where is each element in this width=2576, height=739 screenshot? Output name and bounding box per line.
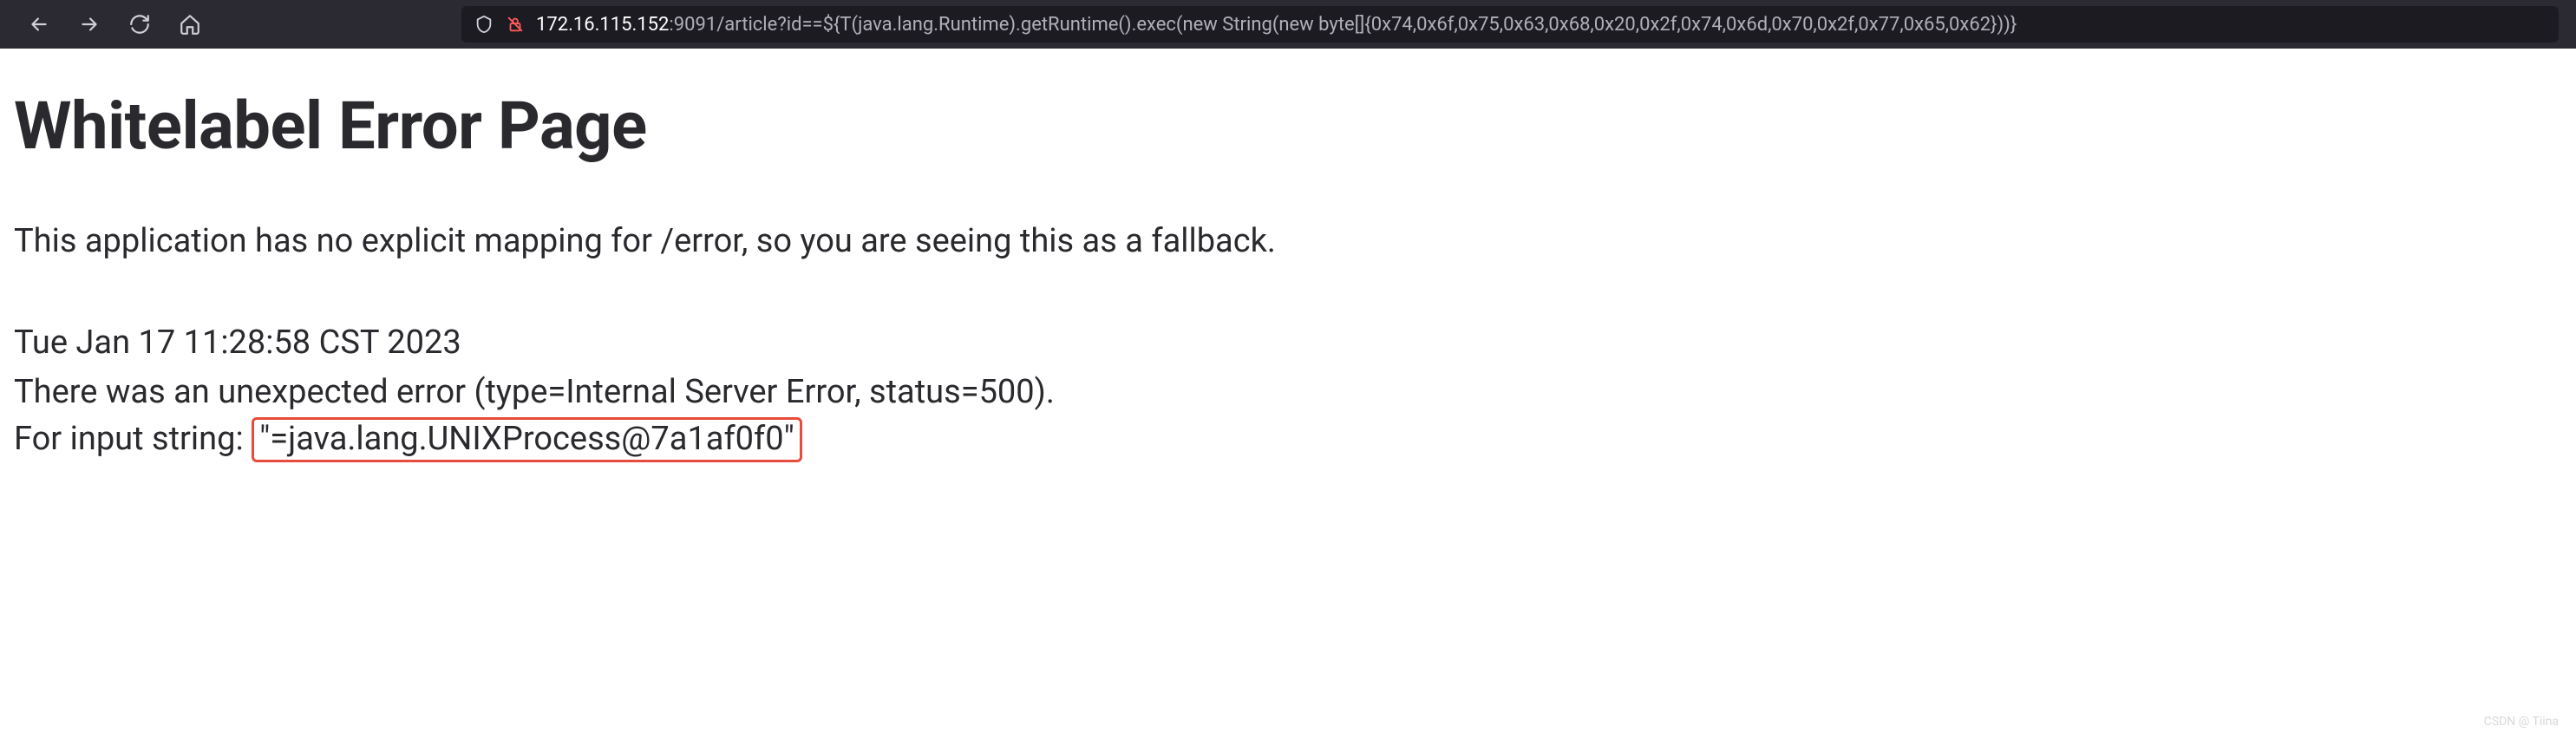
address-bar[interactable]: 172.16.115.152:9091/article?id==${T(java… bbox=[461, 6, 2559, 43]
forward-button[interactable] bbox=[68, 7, 111, 42]
url-path: :9091/article?id==${T(java.lang.Runtime)… bbox=[669, 14, 2017, 36]
watermark: CSDN @ Tiina bbox=[2484, 715, 2559, 729]
url-text: 172.16.115.152:9091/article?id==${T(java… bbox=[536, 14, 2017, 36]
page-content: Whitelabel Error Page This application h… bbox=[0, 49, 2576, 476]
url-host: 172.16.115.152 bbox=[536, 14, 669, 36]
error-input-prefix: For input string: bbox=[14, 420, 252, 458]
error-detail: There was an unexpected error (type=Inte… bbox=[14, 368, 2562, 417]
arrow-left-icon bbox=[28, 13, 50, 36]
error-input-line: For input string: "=java.lang.UNIXProces… bbox=[14, 420, 802, 458]
reload-button[interactable] bbox=[118, 7, 161, 42]
home-icon bbox=[179, 13, 201, 36]
error-intro: This application has no explicit mapping… bbox=[14, 217, 2562, 266]
home-button[interactable] bbox=[168, 7, 212, 42]
error-input-highlight: "=java.lang.UNIXProcess@7a1af0f0" bbox=[252, 417, 802, 462]
browser-toolbar: 172.16.115.152:9091/article?id==${T(java… bbox=[0, 0, 2576, 49]
back-button[interactable] bbox=[17, 7, 61, 42]
arrow-right-icon bbox=[78, 13, 101, 36]
reload-icon bbox=[128, 13, 151, 36]
page-title: Whitelabel Error Page bbox=[14, 87, 2562, 165]
lock-insecure-icon[interactable] bbox=[505, 14, 526, 35]
shield-icon[interactable] bbox=[474, 14, 494, 35]
error-timestamp: Tue Jan 17 11:28:58 CST 2023 bbox=[14, 318, 2562, 368]
